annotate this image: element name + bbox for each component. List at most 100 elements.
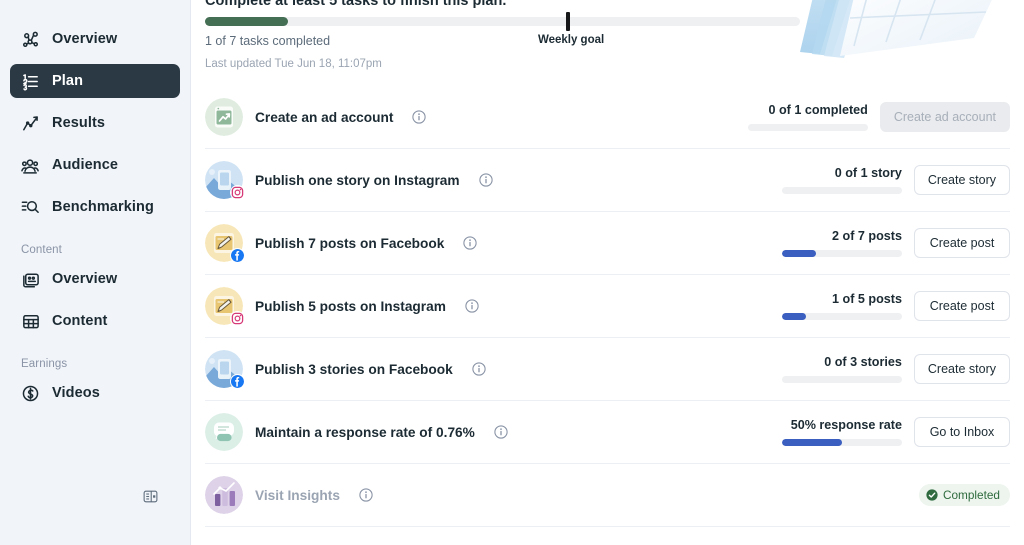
info-icon[interactable]: [494, 425, 508, 439]
sidebar: OverviewPlanResultsAudienceBenchmarking …: [0, 0, 191, 545]
people-icon: [21, 156, 40, 175]
checklist-icon: [21, 72, 40, 91]
task-left: Maintain a response rate of 0.76%: [205, 413, 782, 451]
task-status: 0 of 1 story: [782, 166, 902, 194]
sidebar-primary-nav: Overview Plan Results Audience Benchmarking: [0, 22, 190, 224]
task-status-text: 1 of 5 posts: [782, 292, 902, 306]
sidebar-item-earnings-videos[interactable]: Videos: [10, 376, 180, 410]
progress-meta: 1 of 7 tasks completed Weekly goal: [205, 34, 800, 50]
bar-chart-icon: [205, 476, 243, 514]
task-row: Publish 7 posts on Facebook2 of 7 posts C…: [205, 212, 1010, 275]
instagram-badge-icon: [230, 311, 245, 326]
post-pencil-icon: [205, 224, 243, 262]
sidebar-item-label: Content: [52, 313, 107, 329]
task-status-text: 0 of 3 stories: [782, 355, 902, 369]
magnifier-icon: [21, 198, 40, 217]
completed-label: Completed: [943, 488, 1000, 502]
task-progress-track: [782, 250, 902, 257]
task-progress-track: [748, 124, 868, 131]
task-list: Create an ad account 0 of 1 completed Crea…: [191, 86, 1024, 527]
info-icon[interactable]: [465, 299, 479, 313]
line-chart-icon: [21, 114, 40, 133]
task-action-button[interactable]: Go to Inbox: [914, 417, 1010, 447]
task-action-button: Create ad account: [880, 102, 1010, 132]
info-icon[interactable]: [472, 362, 486, 376]
progress-fill: [205, 17, 288, 26]
task-left: Publish 3 stories on Facebook: [205, 350, 782, 388]
task-title: Publish one story on Instagram: [255, 173, 460, 188]
last-updated-text: Last updated Tue Jun 18, 11:07pm: [205, 58, 800, 70]
story-photo-icon: [205, 350, 243, 388]
task-left: Publish 5 posts on Instagram: [205, 287, 782, 325]
sidebar-item-label: Audience: [52, 157, 118, 173]
tasks-completed-text: 1 of 7 tasks completed: [205, 34, 330, 48]
sidebar-item-plan[interactable]: Plan: [10, 64, 180, 98]
info-icon[interactable]: [412, 110, 426, 124]
calendar-sheets-illustration: [786, 0, 1016, 58]
dollar-circle-icon: [21, 384, 40, 403]
task-right: 1 of 5 posts Create post: [782, 291, 1010, 321]
sidebar-item-benchmarking[interactable]: Benchmarking: [10, 190, 180, 224]
task-right: 0 of 1 completed Create ad account: [748, 102, 1010, 132]
sidebar-item-label: Results: [52, 115, 105, 131]
task-action-button[interactable]: Create story: [914, 165, 1010, 195]
network-overview-icon: [21, 30, 40, 49]
task-right: 0 of 3 stories Create story: [782, 354, 1010, 384]
task-status-text: 2 of 7 posts: [782, 229, 902, 243]
task-progress-track: [782, 376, 902, 383]
task-row: Publish one story on Instagram 0 of 1 sto…: [205, 149, 1010, 212]
sidebar-item-overview[interactable]: Overview: [10, 22, 180, 56]
sidebar-section-title: Earnings: [0, 346, 190, 376]
sidebar-toggle-icon[interactable]: [136, 482, 164, 510]
cards-overview-icon: [21, 270, 40, 289]
sidebar-item-label: Plan: [52, 73, 83, 89]
task-title: Maintain a response rate of 0.76%: [255, 425, 475, 440]
task-left: Publish one story on Instagram: [205, 161, 782, 199]
sidebar-sections: ContentOverviewContentEarningsVideos: [0, 232, 190, 410]
task-status-text: 50% response rate: [782, 418, 902, 432]
sidebar-item-label: Overview: [52, 271, 117, 287]
task-status: 1 of 5 posts: [782, 292, 902, 320]
task-row: Publish 5 posts on Instagram 1 of 5 posts…: [205, 275, 1010, 338]
post-pencil-icon: [205, 287, 243, 325]
task-right: Completed: [919, 484, 1010, 506]
task-status: 0 of 1 completed: [748, 103, 868, 131]
task-status-text: 0 of 1 story: [782, 166, 902, 180]
plan-progress: 1 of 7 tasks completed Weekly goal Last …: [205, 17, 800, 70]
task-progress-track: [782, 313, 902, 320]
check-circle-icon: [926, 489, 938, 501]
task-title: Create an ad account: [255, 110, 393, 125]
task-status: 0 of 3 stories: [782, 355, 902, 383]
main-content: Complete at least 5 tasks to finish this…: [191, 0, 1024, 545]
task-right: 0 of 1 story Create story: [782, 165, 1010, 195]
info-icon[interactable]: [463, 236, 477, 250]
facebook-badge-icon: [230, 248, 245, 263]
task-action-button[interactable]: Create post: [914, 291, 1010, 321]
task-title: Visit Insights: [255, 488, 340, 503]
ad-account-icon: [205, 98, 243, 136]
info-icon[interactable]: [359, 488, 373, 502]
task-action-button[interactable]: Create post: [914, 228, 1010, 258]
task-progress-track: [782, 187, 902, 194]
sidebar-item-label: Videos: [52, 385, 100, 401]
task-right: 2 of 7 posts Create post: [782, 228, 1010, 258]
task-left: Publish 7 posts on Facebook: [205, 224, 782, 262]
sidebar-item-label: Benchmarking: [52, 199, 154, 215]
task-row: Maintain a response rate of 0.76% 50% res…: [205, 401, 1010, 464]
sidebar-item-content-content[interactable]: Content: [10, 304, 180, 338]
task-title: Publish 5 posts on Instagram: [255, 299, 446, 314]
plan-hero: Complete at least 5 tasks to finish this…: [191, 0, 1024, 86]
sidebar-item-content-overview[interactable]: Overview: [10, 262, 180, 296]
task-status: 50% response rate: [782, 418, 902, 446]
task-progress-fill: [782, 250, 816, 257]
sidebar-item-audience[interactable]: Audience: [10, 148, 180, 182]
info-icon[interactable]: [479, 173, 493, 187]
app-root: OverviewPlanResultsAudienceBenchmarking …: [0, 0, 1024, 545]
table-grid-icon: [21, 312, 40, 331]
task-action-button[interactable]: Create story: [914, 354, 1010, 384]
task-row: Create an ad account 0 of 1 completed Crea…: [205, 86, 1010, 149]
weekly-goal-label: Weekly goal: [538, 34, 604, 46]
sidebar-item-label: Overview: [52, 31, 117, 47]
sidebar-item-results[interactable]: Results: [10, 106, 180, 140]
task-progress-fill: [782, 439, 842, 446]
